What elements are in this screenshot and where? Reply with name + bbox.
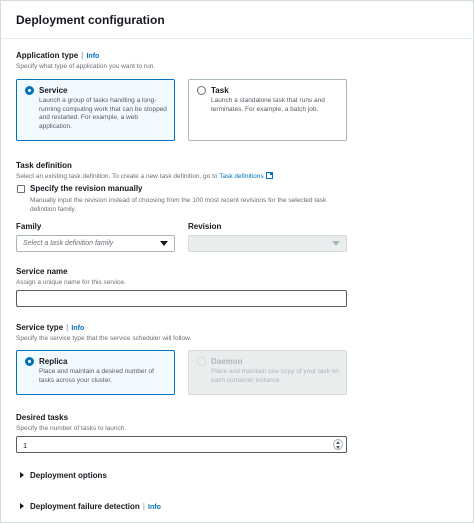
service-type-label-text: Service type [16, 323, 64, 332]
service-type-description: Specify the service type that the servic… [16, 335, 192, 342]
replica-option-description: Place and maintain a desired number of t… [39, 368, 154, 384]
specify-revision-label[interactable]: Specify the revision manually [30, 184, 142, 193]
application-type-option-service[interactable]: Service Launch a group of tasks handling… [16, 79, 175, 141]
caret-down-icon [332, 241, 340, 246]
desired-tasks-label: Desired tasks [16, 413, 69, 422]
family-select[interactable]: Select a task definition family [16, 235, 175, 252]
application-type-label-text: Application type [16, 51, 79, 60]
daemon-radio [197, 357, 206, 366]
service-option-title: Service [39, 86, 68, 95]
service-type-option-daemon: Daemon Place and maintain one copy of yo… [188, 350, 347, 395]
service-name-label: Service name [16, 267, 68, 276]
caret-down-icon [160, 241, 168, 246]
stepper-down-icon [336, 446, 340, 449]
application-type-label: Application type | Info [16, 51, 99, 60]
deployment-options-label: Deployment options [30, 471, 107, 480]
task-radio[interactable] [197, 86, 206, 95]
service-radio[interactable] [25, 86, 34, 95]
daemon-option-title: Daemon [211, 357, 243, 366]
task-definition-description-text: Select an existing task definition. To c… [16, 173, 218, 180]
stepper-up-icon [336, 441, 340, 444]
application-type-description: Specify what type of application you wan… [16, 63, 156, 70]
deployment-options-expander[interactable]: Deployment options [20, 471, 107, 480]
deployment-failure-detection-info-link[interactable]: Info [148, 504, 161, 511]
service-type-info-link[interactable]: Info [71, 325, 84, 332]
service-name-description: Assign a unique name for this service. [16, 279, 126, 286]
specify-revision-description: Manually input the revision instead of c… [30, 197, 327, 213]
desired-tasks-value: 1 [23, 441, 28, 450]
service-type-label: Service type | Info [16, 323, 84, 332]
replica-option-title: Replica [39, 357, 68, 366]
deployment-failure-detection-label: Deployment failure detection [30, 502, 140, 511]
task-option-title: Task [211, 86, 229, 95]
number-stepper[interactable] [333, 439, 343, 450]
application-type-info-link[interactable]: Info [86, 53, 99, 60]
deployment-failure-detection-expander[interactable]: Deployment failure detection | Info [20, 502, 161, 511]
daemon-option-description: Place and maintain one copy of your task… [211, 368, 339, 384]
caret-right-icon [20, 472, 24, 478]
panel-title: Deployment configuration [16, 13, 165, 27]
task-option-description: Launch a standalone task that runs and t… [211, 97, 325, 113]
desired-tasks-input[interactable]: 1 [16, 436, 347, 453]
task-definitions-link-text: Task definitions [219, 173, 264, 180]
separator: | [142, 502, 146, 511]
service-option-description: Launch a group of tasks handling a long-… [39, 97, 167, 130]
task-definitions-link[interactable]: Task definitions [219, 172, 273, 180]
application-type-option-task[interactable]: Task Launch a standalone task that runs … [188, 79, 347, 141]
revision-label: Revision [188, 222, 222, 231]
family-select-placeholder: Select a task definition family [23, 240, 114, 247]
task-definition-label: Task definition [16, 161, 72, 170]
panel-header: Deployment configuration [1, 1, 473, 39]
service-type-option-replica[interactable]: Replica Place and maintain a desired num… [16, 350, 175, 395]
deployment-configuration-panel: Deployment configuration Application typ… [0, 0, 474, 523]
revision-select [188, 235, 347, 252]
replica-radio[interactable] [25, 357, 34, 366]
service-name-input[interactable] [16, 290, 347, 307]
external-link-icon [265, 172, 273, 179]
desired-tasks-description: Specify the number of tasks to launch. [16, 425, 127, 432]
specify-revision-checkbox[interactable] [17, 185, 25, 193]
task-definition-description: Select an existing task definition. To c… [16, 172, 273, 180]
family-label: Family [16, 222, 42, 231]
caret-right-icon [20, 503, 24, 509]
